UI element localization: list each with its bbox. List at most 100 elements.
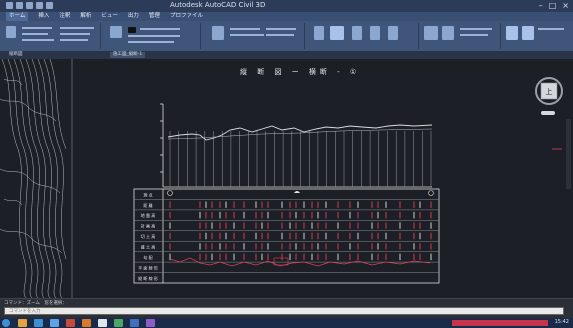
browser-app-icon[interactable]: [34, 319, 43, 327]
bridge-symbol: [294, 191, 300, 193]
station-marker: [167, 190, 173, 196]
table-icon[interactable]: [442, 26, 454, 40]
mail-app-icon[interactable]: [50, 319, 59, 327]
autocad-app-icon[interactable]: [66, 319, 75, 327]
minimize-icon[interactable]: –: [539, 1, 543, 11]
maximize-icon[interactable]: □: [549, 1, 557, 11]
ground-profile-line: [167, 124, 433, 141]
new-file-icon[interactable]: [16, 2, 23, 9]
ribbon-item: [60, 39, 88, 41]
ribbon-item: [60, 27, 94, 29]
measure-icon[interactable]: [352, 26, 362, 40]
ribbon-item: [128, 41, 174, 43]
view-icon[interactable]: [424, 26, 438, 40]
close-icon[interactable]: ×: [562, 1, 569, 11]
annotate-icon[interactable]: [370, 26, 380, 40]
start-button-icon[interactable]: [2, 319, 10, 327]
doc-tab-profile[interactable]: 縦断図: [6, 52, 26, 58]
table-row-label: 勾 配: [143, 254, 152, 260]
notification-area[interactable]: [452, 320, 548, 326]
ribbon-tab-profile[interactable]: プロファイル: [170, 12, 203, 21]
table-row-label: 縦 断 線 形: [138, 275, 158, 281]
ribbon-item: [538, 28, 564, 30]
grid-tool-icon[interactable]: [314, 26, 324, 40]
palette-icon[interactable]: [6, 26, 16, 38]
drawing-svg: 測 点距 離地 盤 高計 画 高切 土 高盛 土 高勾 配平 面 線 形縦 断 …: [0, 58, 571, 299]
profile-grid: [160, 103, 432, 188]
publish-icon[interactable]: [522, 26, 534, 40]
drawing-canvas[interactable]: 測 点距 離地 盤 高計 画 高切 土 高盛 土 高勾 配平 面 線 形縦 断 …: [0, 58, 573, 299]
plot-icon[interactable]: [506, 26, 518, 40]
ribbon-group-layers: [204, 23, 305, 49]
word-app-icon[interactable]: [130, 319, 139, 327]
contour-map-area: [0, 59, 72, 298]
ribbon-item: [22, 33, 48, 35]
ribbon-tab-analyze[interactable]: 解析: [80, 12, 91, 21]
open-file-icon[interactable]: [26, 2, 33, 9]
nav-bar[interactable]: [566, 119, 571, 189]
table-row-label: 計 画 高: [141, 223, 156, 229]
sheet-title: 縦 断 図 ー 横断 - ①: [240, 68, 361, 76]
table-row-label: 盛 土 高: [141, 244, 156, 250]
curve-box: [273, 257, 289, 266]
table-row-label: 切 土 高: [141, 233, 156, 239]
ribbon-item: [22, 27, 52, 29]
document-tabs: 縦断図 施工図_縦断-1: [0, 51, 573, 59]
ribbon-group-output: [502, 23, 570, 49]
ribbon-item: [460, 34, 488, 36]
taskbar: 15:42: [0, 318, 573, 328]
viewcube[interactable]: 上: [535, 77, 563, 115]
profile-data-table: 測 点距 離地 盤 高計 画 高切 土 高盛 土 高勾 配平 面 線 形縦 断 …: [133, 188, 440, 284]
excel-app-icon[interactable]: [114, 319, 123, 327]
ribbon-item: [460, 28, 492, 30]
title-bar: Autodesk AutoCAD Civil 3D – □ ×: [0, 0, 573, 12]
ribbon-item: [230, 34, 264, 36]
ribbon-panel: [0, 21, 573, 51]
table-row-label: 距 離: [143, 202, 152, 208]
command-history: コマンド：ズーム 窓を選択：: [4, 301, 67, 306]
table-row-label: 測 点: [143, 191, 152, 197]
ribbon-tab-annotate[interactable]: 注釈: [59, 12, 70, 21]
explorer-app-icon[interactable]: [18, 319, 27, 327]
ribbon-tab-home[interactable]: ホーム: [6, 12, 29, 21]
save-icon[interactable]: [36, 2, 43, 9]
color-swatch-icon[interactable]: [128, 27, 136, 33]
properties-icon[interactable]: [212, 26, 224, 40]
table-row-label: 地 盤 高: [141, 212, 156, 218]
ribbon-item: [60, 33, 90, 35]
station-marker: [428, 190, 434, 196]
profile-view-icon[interactable]: [330, 26, 344, 40]
window-title: Autodesk AutoCAD Civil 3D: [170, 1, 266, 9]
notepad-app-icon[interactable]: [98, 319, 107, 327]
viewer-app-icon[interactable]: [146, 319, 155, 327]
ribbon-tab-insert[interactable]: 挿入: [38, 12, 49, 21]
ribbon-item: [230, 28, 260, 30]
ribbon-group-view: [420, 23, 501, 49]
app-menu-icon[interactable]: [6, 2, 13, 9]
ribbon-item: [266, 28, 296, 30]
layer-icon[interactable]: [110, 26, 122, 38]
ribbon-item: [128, 35, 180, 37]
ribbon-item: [266, 34, 294, 36]
wcs-menu-icon[interactable]: [541, 111, 555, 115]
ribbon-group-modify: [104, 23, 201, 49]
ribbon-item: [22, 39, 54, 41]
ribbon-group-tools: [308, 23, 419, 49]
viewcube-face-label: 上: [546, 87, 553, 96]
quick-access-toolbar[interactable]: [6, 2, 53, 9]
ribbon-item: [140, 28, 180, 30]
ribbon-group-draw: [2, 23, 101, 49]
doc-tab-construction[interactable]: 施工図_縦断-1: [110, 52, 146, 58]
ribbon-tab-output[interactable]: 出力: [128, 12, 139, 21]
command-input[interactable]: [4, 307, 564, 315]
office-app-icon[interactable]: [82, 319, 91, 327]
tray-clock: 15:42: [554, 319, 569, 325]
ribbon-tab-view[interactable]: ビュー: [101, 12, 118, 21]
undo-icon[interactable]: [46, 2, 53, 9]
ribbon-tab-manage[interactable]: 管理: [149, 12, 160, 21]
window-controls: – □ ×: [539, 1, 569, 11]
dimension-icon[interactable]: [388, 26, 398, 40]
ribbon-tabs: ホーム 挿入 注釈 解析 ビュー 出力 管理 プロファイル: [0, 12, 573, 21]
command-line: コマンド：ズーム 窓を選択：: [0, 298, 573, 319]
table-row-label: 平 面 線 形: [138, 264, 158, 270]
